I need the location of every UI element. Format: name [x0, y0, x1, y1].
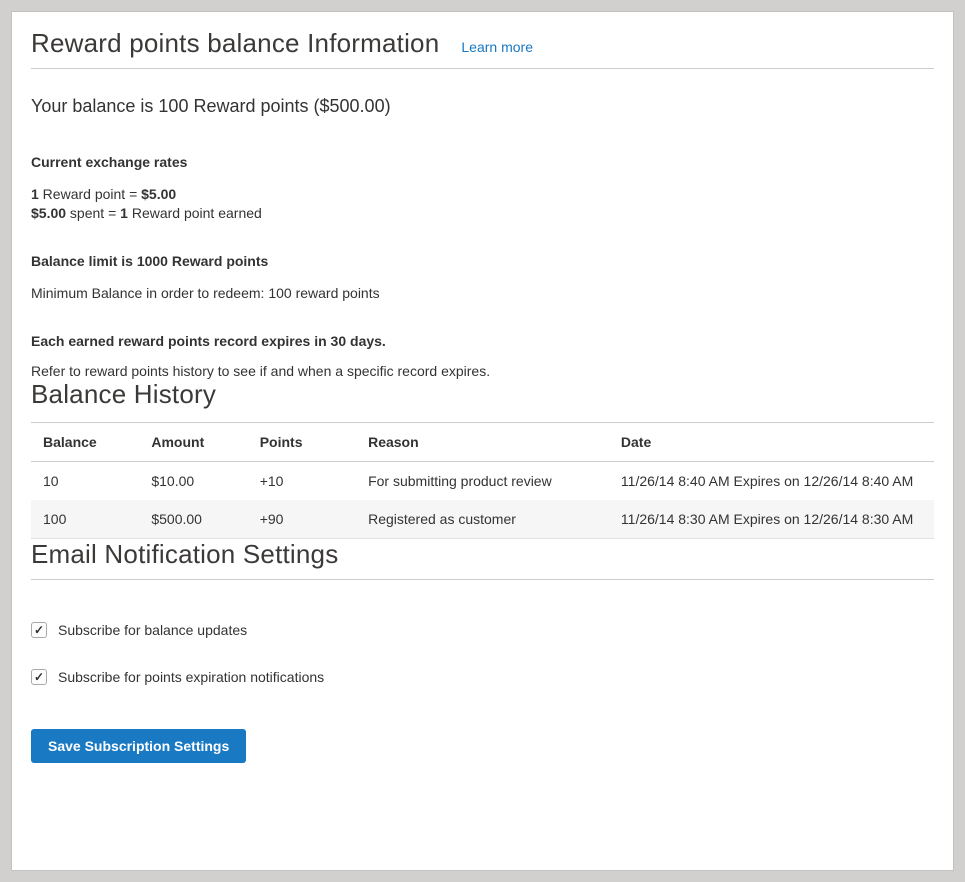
cell-points: +10: [248, 462, 356, 501]
spent-label: spent =: [66, 205, 120, 221]
column-header-points: Points: [248, 423, 356, 462]
cell-reason: For submitting product review: [356, 462, 609, 501]
email-settings-title: Email Notification Settings: [31, 539, 934, 570]
table-row: 10 $10.00 +10 For submitting product rev…: [31, 462, 934, 501]
column-header-balance: Balance: [31, 423, 139, 462]
balance-summary: Your balance is 100 Reward points ($500.…: [31, 96, 934, 117]
column-header-reason: Reason: [356, 423, 609, 462]
exchange-rates-block: 1 Reward point = $5.00 $5.00 spent = 1 R…: [31, 185, 934, 223]
reward-points-panel: Reward points balance Information Learn …: [11, 11, 954, 871]
balance-history-table: Balance Amount Points Reason Date 10 $10…: [31, 422, 934, 539]
table-header-row: Balance Amount Points Reason Date: [31, 423, 934, 462]
subscribe-expiration-row: ✓ Subscribe for points expiration notifi…: [31, 669, 934, 685]
table-body: 10 $10.00 +10 For submitting product rev…: [31, 462, 934, 539]
learn-more-link[interactable]: Learn more: [461, 39, 533, 55]
subscribe-expiration-label[interactable]: Subscribe for points expiration notifica…: [58, 669, 324, 685]
save-subscription-settings-button[interactable]: Save Subscription Settings: [31, 729, 246, 763]
checkmark-icon: ✓: [34, 671, 44, 683]
subscribe-balance-row: ✓ Subscribe for balance updates: [31, 622, 934, 638]
email-settings-divider: [31, 579, 934, 580]
page-title: Reward points balance Information: [31, 28, 439, 59]
page-header: Reward points balance Information Learn …: [31, 25, 934, 59]
cell-date: 11/26/14 8:40 AM Expires on 12/26/14 8:4…: [609, 462, 934, 501]
earned-points-value: 1: [120, 205, 128, 221]
earned-label: Reward point earned: [128, 205, 262, 221]
table-row: 100 $500.00 +90 Registered as customer 1…: [31, 500, 934, 539]
rate-point-to-currency: 1 Reward point = $5.00: [31, 185, 934, 204]
rate-currency-to-point: $5.00 spent = 1 Reward point earned: [31, 204, 934, 223]
cell-reason: Registered as customer: [356, 500, 609, 539]
balance-limit-text: Balance limit is 1000 Reward points: [31, 253, 934, 269]
cell-balance: 100: [31, 500, 139, 539]
subscribe-balance-checkbox[interactable]: ✓: [31, 622, 47, 638]
cell-date: 11/26/14 8:30 AM Expires on 12/26/14 8:3…: [609, 500, 934, 539]
header-divider: [31, 68, 934, 69]
cell-amount: $500.00: [139, 500, 247, 539]
exchange-rates-heading: Current exchange rates: [31, 154, 934, 170]
cell-amount: $10.00: [139, 462, 247, 501]
rate-amount-value: $5.00: [141, 186, 176, 202]
subscribe-expiration-checkbox[interactable]: ✓: [31, 669, 47, 685]
expiration-rule-text: Each earned reward points record expires…: [31, 333, 934, 349]
subscribe-balance-label[interactable]: Subscribe for balance updates: [58, 622, 247, 638]
checkmark-icon: ✓: [34, 624, 44, 636]
spent-amount-value: $5.00: [31, 205, 66, 221]
cell-points: +90: [248, 500, 356, 539]
cell-balance: 10: [31, 462, 139, 501]
table-header: Balance Amount Points Reason Date: [31, 423, 934, 462]
expiration-note-text: Refer to reward points history to see if…: [31, 363, 934, 379]
column-header-date: Date: [609, 423, 934, 462]
balance-history-title: Balance History: [31, 379, 934, 410]
rate-label: Reward point =: [39, 186, 141, 202]
minimum-balance-text: Minimum Balance in order to redeem: 100 …: [31, 285, 934, 301]
column-header-amount: Amount: [139, 423, 247, 462]
rate-points-value: 1: [31, 186, 39, 202]
